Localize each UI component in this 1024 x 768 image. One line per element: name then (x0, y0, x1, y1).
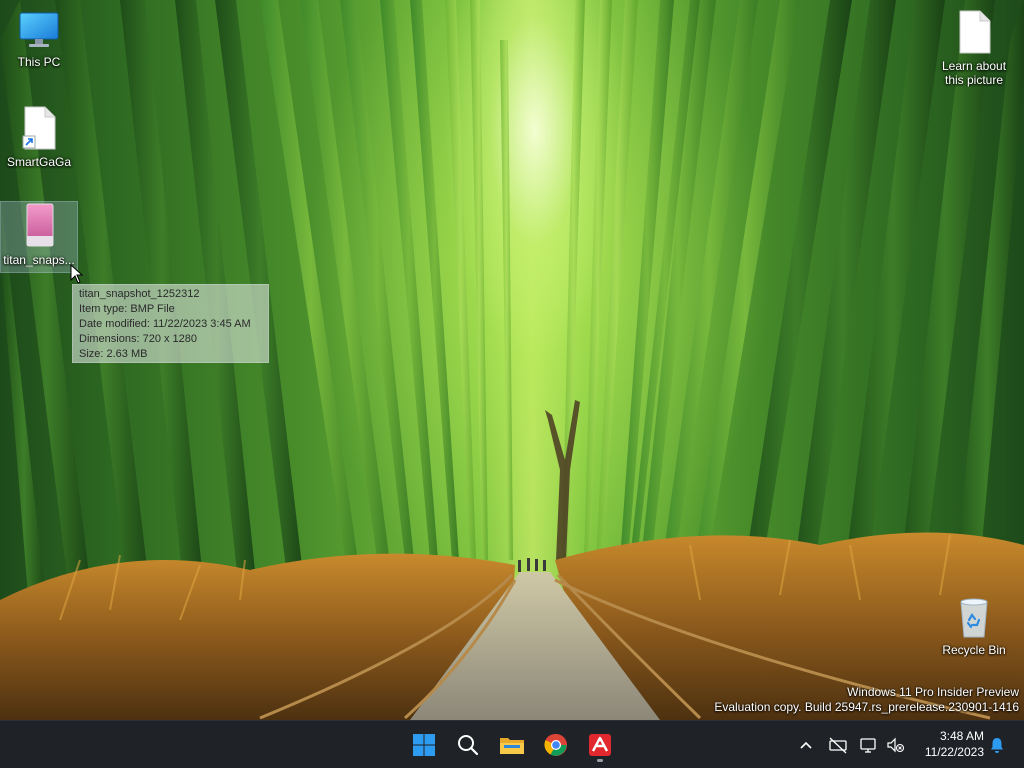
document-icon (959, 10, 991, 54)
monitor-icon (19, 12, 59, 47)
mouse-pointer-icon (70, 264, 84, 284)
windows-start-icon (413, 734, 435, 756)
search-icon (458, 735, 479, 756)
network-disconnected-icon (829, 737, 847, 754)
chevron-up-icon (800, 741, 812, 749)
volume-button[interactable] (883, 733, 909, 757)
network-button[interactable] (825, 733, 851, 757)
start-button[interactable] (404, 727, 444, 763)
file-explorer-icon (500, 738, 524, 754)
desktop-icon-this-pc[interactable]: This PC (1, 8, 77, 78)
file-info-tooltip: titan_snapshot_1252312 Item type: BMP Fi… (72, 284, 269, 363)
bell-icon (991, 738, 1003, 753)
watermark-edition: Windows 11 Pro Insider Preview (847, 685, 1019, 699)
tooltip-file-name: titan_snapshot_1252312 (79, 288, 200, 300)
desktop-icon-label: titan_snaps... (3, 253, 75, 267)
clock-time: 3:48 AM (939, 729, 984, 743)
blank-file-shortcut-icon (22, 106, 56, 150)
running-indicator (597, 759, 603, 762)
chrome-button[interactable] (536, 727, 576, 763)
bmp-image-file-icon (26, 203, 54, 247)
tooltip-size: Size: 2.63 MB (79, 348, 148, 360)
taskbar: 3:48 AM 11/22/2023 (0, 720, 1024, 768)
clock[interactable]: 3:48 AM 11/22/2023 (912, 728, 984, 762)
desktop-icon-recycle-bin[interactable]: Recycle Bin (936, 596, 1012, 664)
desktop-icon-titan-snapshot[interactable]: titan_snaps... (0, 201, 78, 273)
tooltip-dimensions: Dimensions: 720 x 1280 (79, 333, 198, 345)
tooltip-date-modified: Date modified: 11/22/2023 3:45 AM (79, 318, 251, 330)
watermark-build: Evaluation copy. Build 25947.rs_prerelea… (714, 700, 1019, 714)
volume-muted-icon (887, 737, 905, 753)
red-app-icon (589, 734, 611, 756)
desktop-icon-label: This PC (17, 55, 61, 69)
tooltip-item-type: Item type: BMP File (79, 303, 175, 315)
desktop-icon-label: SmartGaGa (6, 155, 72, 169)
file-explorer-button[interactable] (492, 727, 532, 763)
search-button[interactable] (448, 727, 488, 763)
display-button[interactable] (856, 733, 882, 757)
desktop-icon-smartgaga[interactable]: SmartGaGa (1, 104, 77, 174)
red-app-button[interactable] (580, 727, 620, 763)
desktop-icon-label: Recycle Bin (942, 643, 1006, 657)
windows-evaluation-watermark: Windows 11 Pro Insider Preview Evaluatio… (714, 685, 1019, 715)
recycle-bin-icon (960, 598, 988, 638)
display-icon (860, 738, 876, 753)
desktop-icon-label: Learn about this picture (941, 59, 1007, 87)
notifications-button[interactable] (984, 733, 1010, 757)
desktop-icon-learn-about-picture[interactable]: Learn about this picture (936, 8, 1012, 92)
show-hidden-icons-button[interactable] (793, 733, 819, 757)
clock-date: 11/22/2023 (924, 745, 984, 759)
chrome-icon (544, 733, 567, 756)
